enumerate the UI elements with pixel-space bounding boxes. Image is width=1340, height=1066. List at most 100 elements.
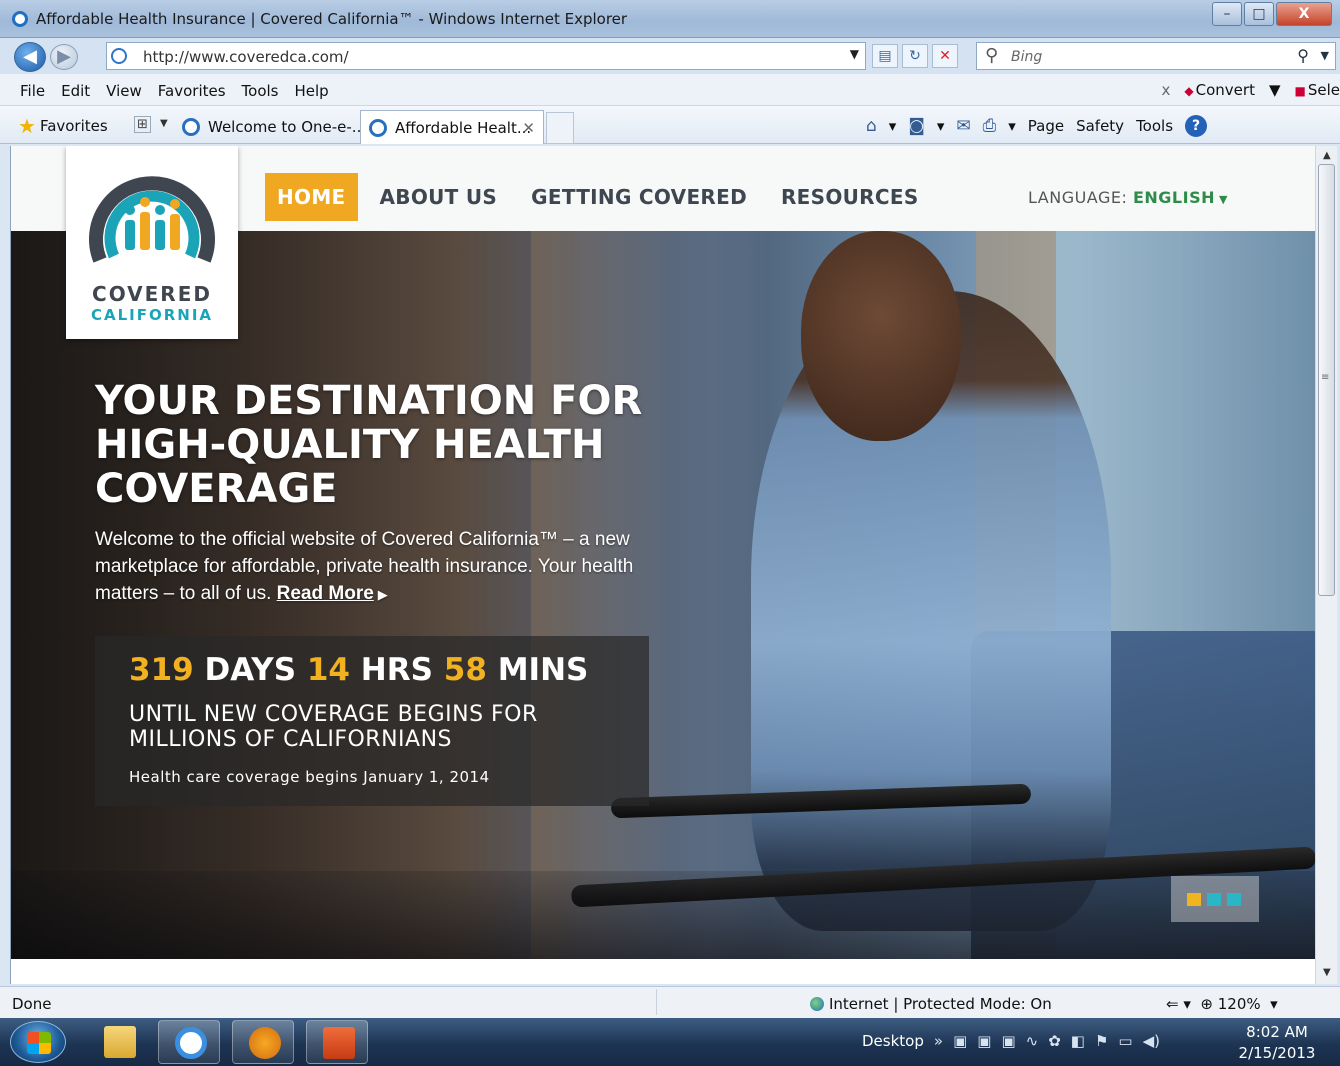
feeds-icon[interactable]: ◙ (908, 116, 925, 136)
safety-menu[interactable]: Safety (1076, 117, 1124, 135)
taskbar-ie[interactable] (158, 1020, 220, 1064)
chevron-down-icon[interactable]: ▼ (1219, 193, 1228, 206)
nav-resources[interactable]: RESOURCES (769, 173, 931, 221)
clock-date: 2/15/2013 (1238, 1044, 1316, 1062)
clock-time: 8:02 AM (1246, 1023, 1308, 1041)
tools-menu[interactable]: Tools (1136, 117, 1173, 135)
start-button[interactable] (10, 1021, 66, 1063)
star-icon: ★ (18, 114, 36, 138)
tab-welcome[interactable]: Welcome to One-e-... (174, 110, 366, 144)
security-zone[interactable]: Internet | Protected Mode: On (810, 995, 1052, 1013)
taskbar-powerpoint[interactable] (306, 1020, 368, 1064)
url-text[interactable]: http://www.coveredca.com/ (143, 48, 349, 66)
read-more-link[interactable]: Read More (277, 583, 374, 604)
vpn-icon[interactable]: ◧ (1071, 1032, 1085, 1050)
app-tray-icon[interactable]: ✿ (1048, 1032, 1061, 1050)
desktop-toolbar[interactable]: Desktop (862, 1032, 924, 1050)
taskbar-explorer[interactable] (88, 1020, 150, 1064)
convert-button[interactable]: Convert (1184, 81, 1255, 99)
covered-california-logo[interactable]: COVERED CALIFORNIA (66, 146, 238, 339)
slide-dot-2[interactable] (1207, 893, 1221, 906)
page-content-below (11, 959, 1315, 984)
status-text: Done (12, 995, 52, 1013)
search-icon: ⚲ (985, 45, 999, 66)
display-icon[interactable]: ▭ (1118, 1032, 1132, 1050)
scroll-up-icon[interactable]: ▲ (1323, 150, 1331, 161)
chevron-down-icon[interactable]: ▾ (937, 117, 945, 135)
forward-button[interactable]: ▶ (50, 44, 78, 70)
powerpoint-icon (323, 1027, 355, 1059)
print-icon[interactable]: ⎙ (983, 116, 997, 136)
favorites-button[interactable]: ★ Favorites (18, 114, 108, 138)
menu-favorites[interactable]: Favorites (158, 82, 226, 100)
chevron-down-icon[interactable]: ▾ (889, 117, 897, 135)
countdown-days-label: DAYS (204, 652, 297, 688)
action-center-flag-icon[interactable]: ⚑ (1095, 1032, 1108, 1050)
play-arrow-icon[interactable]: ▶ (378, 587, 388, 602)
audio-monitor-icon[interactable]: ∿ (1026, 1032, 1039, 1050)
search-input[interactable]: Bing (1011, 49, 1042, 65)
close-tab-icon[interactable]: ✕ (522, 119, 535, 137)
slide-dot-1[interactable] (1187, 893, 1201, 906)
toolbar-expand-icon[interactable]: » (934, 1032, 943, 1050)
menu-file[interactable]: File (20, 82, 45, 100)
logo-arc-icon (89, 176, 215, 263)
scroll-down-icon[interactable]: ▼ (1323, 967, 1331, 978)
globe-icon (810, 997, 824, 1011)
chevron-down-icon[interactable]: ▼ (1269, 81, 1281, 99)
hero-person-head (801, 231, 961, 441)
tab-label: Affordable Healt... (395, 119, 532, 137)
volume-icon[interactable]: ◀) (1143, 1032, 1160, 1050)
nav-about-us[interactable]: ABOUT US (368, 173, 510, 221)
maximize-button[interactable]: □ (1244, 2, 1274, 26)
network-icon[interactable]: ▣ (953, 1032, 967, 1050)
ie-window: Affordable Health Insurance | Covered Ca… (0, 0, 1340, 1066)
help-icon[interactable]: ? (1185, 115, 1208, 137)
chevron-down-icon[interactable]: ▼ (850, 47, 859, 61)
network-icon[interactable]: ▣ (977, 1032, 991, 1050)
vertical-scrollbar[interactable]: ▲ ≡ ▼ (1315, 146, 1337, 984)
network-icon[interactable]: ▣ (1001, 1032, 1015, 1050)
nav-home[interactable]: HOME (265, 173, 358, 221)
slider-pager (1171, 876, 1259, 922)
search-go-icon[interactable]: ⚲ (1297, 46, 1309, 65)
hero-banner: YOUR DESTINATION FOR HIGH-QUALITY HEALTH… (11, 231, 1315, 959)
menu-edit[interactable]: Edit (61, 82, 90, 100)
home-icon[interactable]: ⌂ (866, 116, 877, 136)
slide-dot-3[interactable] (1227, 893, 1241, 906)
tab-list-icon[interactable]: ▼ (160, 118, 168, 129)
search-box[interactable]: ⚲ Bing ⚲ ▼ (976, 42, 1336, 70)
title-bar: Affordable Health Insurance | Covered Ca… (0, 0, 1340, 38)
select-button[interactable]: Sele (1295, 81, 1340, 99)
refresh-icon[interactable]: ↻ (902, 44, 928, 68)
minimize-button[interactable]: – (1212, 2, 1242, 26)
countdown-days: 319 (129, 652, 194, 688)
language-selector[interactable]: LANGUAGE: ENGLISH ▼ (1028, 188, 1228, 207)
page-icon (111, 48, 127, 64)
menu-view[interactable]: View (106, 82, 142, 100)
taskbar-covered-ca[interactable] (232, 1020, 294, 1064)
stop-icon[interactable]: ✕ (932, 44, 958, 68)
countdown-hours: 14 (306, 652, 350, 688)
toolbar-close-icon[interactable]: x (1162, 81, 1171, 99)
tab-affordable-health[interactable]: Affordable Healt... ✕ (360, 110, 544, 144)
close-button[interactable]: X (1276, 2, 1332, 26)
zoom-level[interactable]: ⇐ ▾ ⊕ 120% ▾ (1166, 995, 1278, 1013)
menu-tools[interactable]: Tools (242, 82, 279, 100)
quick-tabs-icon[interactable]: ⊞ (134, 116, 151, 133)
compatibility-view-icon[interactable]: ▤ (872, 44, 898, 68)
language-value[interactable]: ENGLISH (1133, 188, 1215, 207)
menu-help[interactable]: Help (295, 82, 329, 100)
page-menu[interactable]: Page (1028, 117, 1064, 135)
new-tab-button[interactable] (546, 112, 574, 144)
taskbar-clock[interactable]: 8:02 AM 2/15/2013 (1232, 1022, 1322, 1064)
chevron-down-icon[interactable]: ▾ (1008, 117, 1016, 135)
mail-icon[interactable]: ✉ (956, 116, 970, 136)
address-bar[interactable]: http://www.coveredca.com/ ▼ (106, 42, 866, 70)
ie-logo-icon (12, 11, 28, 27)
nav-getting-covered[interactable]: GETTING COVERED (519, 173, 759, 221)
back-button[interactable]: ◀ (14, 42, 46, 72)
status-separators (656, 989, 796, 1015)
windows-taskbar: Desktop » ▣ ▣ ▣ ∿ ✿ ◧ ⚑ ▭ ◀) 8:02 AM 2/1… (0, 1018, 1340, 1066)
search-options-icon[interactable]: ▼ (1321, 49, 1329, 62)
